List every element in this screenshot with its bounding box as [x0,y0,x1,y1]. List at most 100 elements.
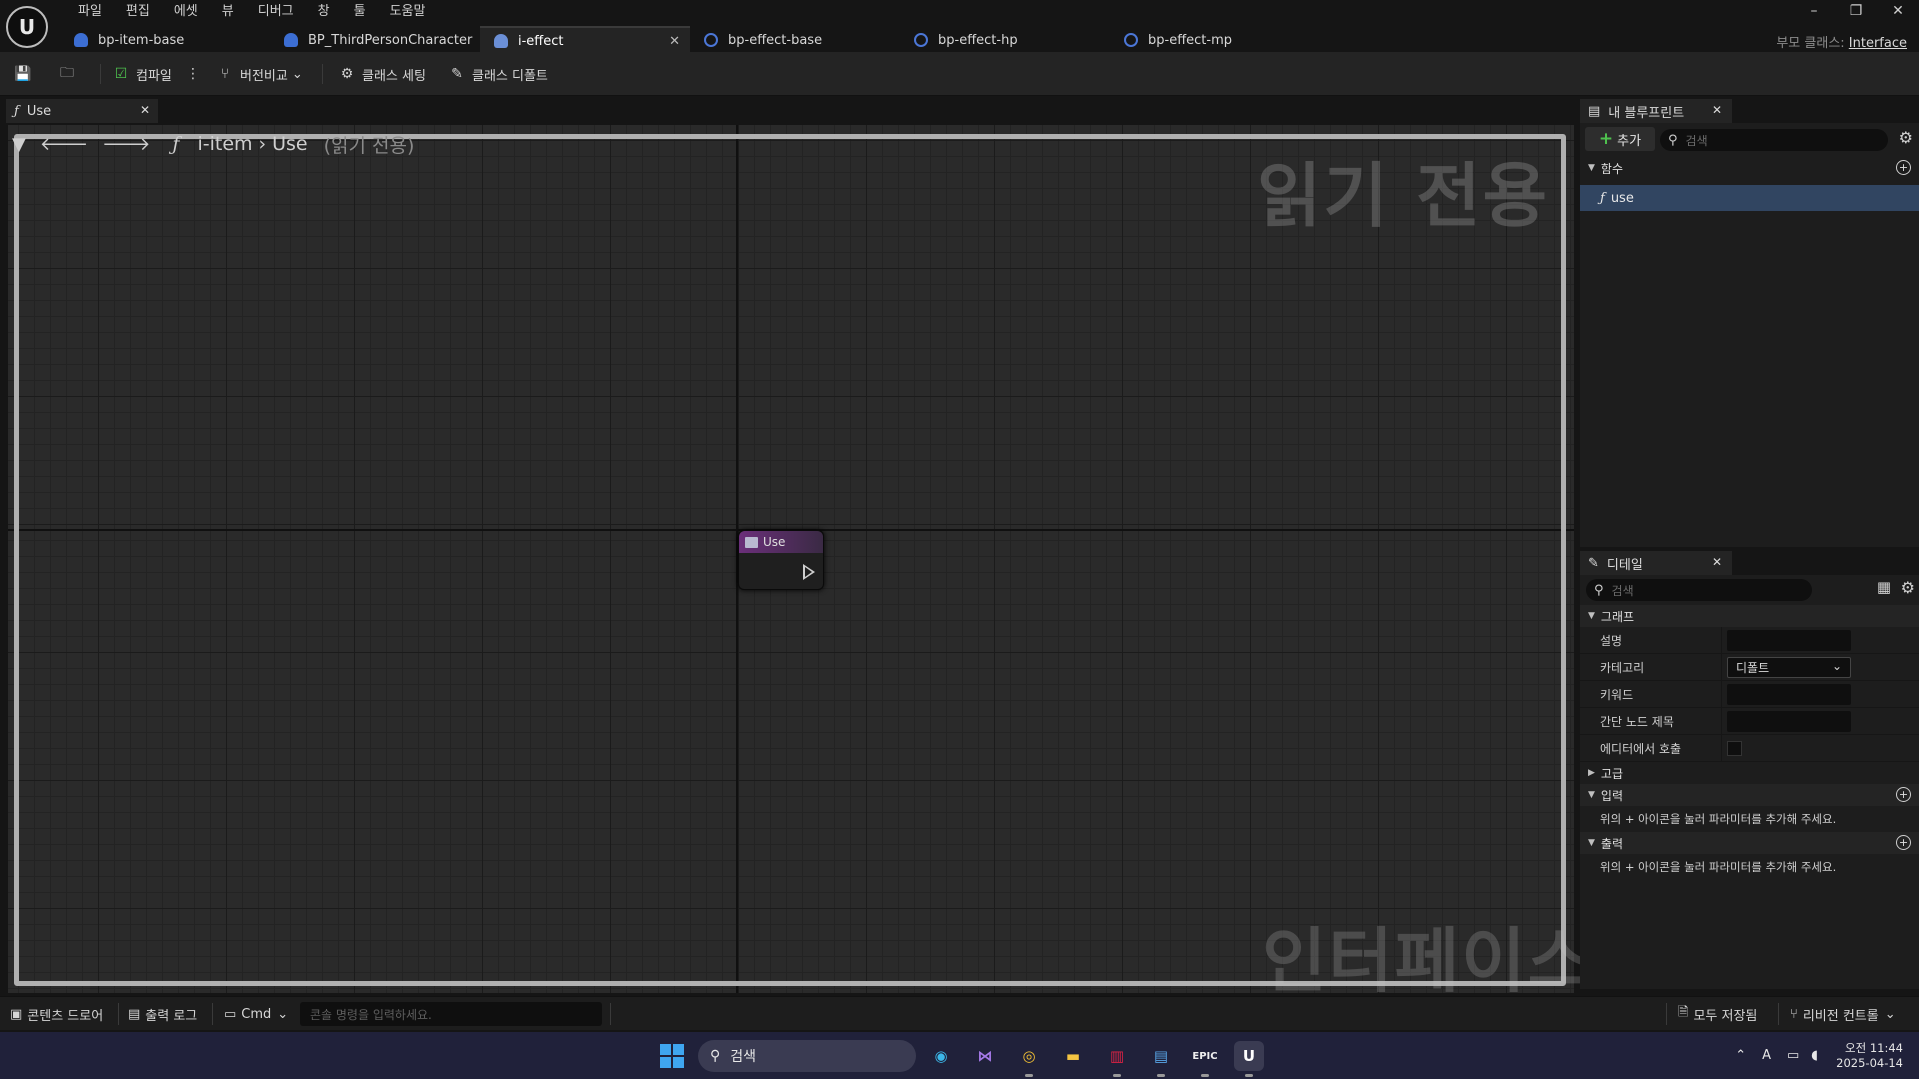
search-icon: ⚲ [1668,132,1678,148]
outputs-section[interactable]: ▼ 출력 + [1580,832,1919,854]
tab-bp-effect-hp[interactable]: bp-effect-hp [900,26,1110,54]
node-title: Use [763,535,786,549]
menu-view[interactable]: 뷰 [210,2,246,22]
clock[interactable]: 오전 11:44 2025-04-14 [1836,1041,1903,1071]
photo-app-icon[interactable]: ▥ [1102,1041,1132,1077]
graph-section[interactable]: ▼ 그래프 [1580,605,1919,627]
chevron-down-icon: ▼ [1588,163,1595,173]
diff-button[interactable]: ⑂ 버전비교 ⌄ [216,60,303,88]
description-input[interactable] [1727,630,1851,651]
add-function-icon[interactable]: + [1896,160,1911,175]
compile-button[interactable]: ☑ 컴파일 [112,60,172,88]
network-icon[interactable]: ▭ [1787,1048,1799,1063]
close-icon[interactable]: ✕ [1877,0,1919,22]
unreal-engine-icon[interactable]: U [1234,1041,1264,1077]
edge-icon[interactable]: ◉ [926,1041,956,1071]
search-icon: ⚲ [1594,582,1604,598]
console-input[interactable]: 콘솔 명령을 입력하세요. [300,1002,602,1026]
menu-debug[interactable]: 디버그 [246,2,306,22]
add-button[interactable]: + 추가 [1585,127,1655,151]
class-settings-button[interactable]: ⚙ 클래스 세팅 [338,60,426,88]
compile-check-icon: ☑ [114,66,128,82]
tab-details[interactable]: ✎ 디테일 ✕ [1580,551,1732,575]
revision-control-button[interactable]: ⑂ 리비전 컨트롤 ⌄ [1790,1003,1896,1025]
cmd-dropdown[interactable]: ▭ Cmd ⌄ [224,1003,288,1025]
menu-asset[interactable]: 에셋 [162,2,210,22]
close-icon[interactable]: ✕ [1712,103,1722,117]
close-icon[interactable]: ✕ [669,34,680,49]
close-icon[interactable]: ✕ [140,103,150,117]
table-view-icon[interactable]: ▦ [1877,578,1891,596]
graph-breadcrumb: ▼ 🡐 🡒 ƒ i-item › Use (읽기 전용) [12,128,414,160]
function-item-use[interactable]: ƒ use [1580,185,1919,211]
save-all-button[interactable]: 🗎 모두 저장됨 [1678,1003,1757,1025]
tab-my-blueprint[interactable]: ▤ 내 블루프린트 ✕ [1580,99,1732,123]
unreal-logo-icon[interactable]: U [6,6,48,48]
breadcrumb-separator-icon: › [258,133,267,155]
category-select[interactable]: 디폴트 ⌄ [1727,657,1851,678]
file-explorer-icon[interactable]: ▬ [1058,1041,1088,1071]
function-icon: ƒ [1600,190,1605,206]
function-entry-node[interactable]: Use [738,530,824,590]
volume-icon[interactable]: ◖ [1811,1048,1818,1063]
restore-icon[interactable]: ❐ [1835,0,1877,22]
log-icon: ▤ [128,1006,141,1022]
ime-indicator[interactable]: A [1762,1048,1771,1063]
browse-button[interactable]: 🗀 [58,60,82,88]
menu-file[interactable]: 파일 [66,2,114,22]
functions-section[interactable]: ▼ 함수 + [1580,157,1919,179]
forward-arrow-icon[interactable]: 🡒 [102,134,150,155]
windows-start-icon[interactable] [660,1044,684,1068]
tab-bp-item-base[interactable]: bp-item-base [60,26,270,54]
back-arrow-icon[interactable]: 🡐 [40,134,88,155]
function-icon: ƒ [14,103,19,119]
tab-bp-thirdpersoncharacter[interactable]: BP_ThirdPersonCharacter [270,26,480,54]
status-bar: ▣ 콘텐츠 드로어 ▤ 출력 로그 ▭ Cmd ⌄ 콘솔 명령을 입력하세요. 🗎 모두 … [0,996,1919,1030]
parent-class-link[interactable]: Interface [1849,36,1907,51]
parent-class: 부모 클래스: Interface [1776,36,1907,51]
menu-tools[interactable]: 툴 [342,2,378,22]
tab-bp-effect-base[interactable]: bp-effect-base [690,26,900,54]
notepad-icon[interactable]: ▤ [1146,1041,1176,1077]
outputs-hint: 위의 + 아이콘을 눌러 파라미터를 추가해 주세요. [1600,860,1837,874]
minimize-icon[interactable]: – [1793,0,1835,22]
tab-bp-effect-mp[interactable]: bp-effect-mp [1110,26,1320,54]
chrome-icon[interactable]: ◎ [1014,1041,1044,1077]
menu-help[interactable]: 도움말 [378,2,438,22]
breadcrumb-owner[interactable]: i-item [197,133,252,155]
taskbar-search[interactable]: ⚲ 검색 [698,1040,916,1072]
diff-icon: ⑂ [220,66,230,82]
gear-icon[interactable]: ⚙ [1901,578,1915,597]
description-row: 설명 [1580,627,1919,654]
compile-options-button[interactable]: ⋮ [184,60,208,88]
tab-i-effect[interactable]: i-effect ✕ [480,26,690,54]
class-defaults-button[interactable]: ✎ 클래스 디폴트 [448,60,548,88]
menu-edit[interactable]: 편집 [114,2,162,22]
interface-watermark: 인터페이스 [1262,920,1594,1002]
save-button[interactable]: 💾 [14,60,38,88]
call-in-editor-checkbox[interactable] [1727,741,1742,756]
add-input-icon[interactable]: + [1896,787,1911,802]
keywords-input[interactable] [1727,684,1851,705]
gear-icon[interactable]: ⚙ [1899,128,1913,147]
inputs-section[interactable]: ▼ 입력 + [1580,784,1919,806]
chevron-down-icon: ⌄ [1831,659,1842,673]
pencil-icon: ✎ [451,66,463,82]
epic-games-icon[interactable]: EPIC [1190,1041,1220,1077]
close-icon[interactable]: ✕ [1712,555,1722,569]
exec-pin-icon[interactable] [803,564,815,580]
content-drawer-button[interactable]: ▣ 콘텐츠 드로어 [10,1003,103,1025]
search-input[interactable]: ⚲ 검색 [1660,129,1888,151]
add-output-icon[interactable]: + [1896,835,1911,850]
chevron-down-icon: ⌄ [291,66,303,82]
chevron-up-icon[interactable]: ⌃ [1735,1048,1746,1063]
graph-tab-use[interactable]: ƒ Use ✕ [6,99,158,123]
bookmark-icon[interactable]: ▼ [12,134,26,155]
advanced-section[interactable]: ▶ 고급 [1580,762,1919,784]
compact-title-input[interactable] [1727,711,1851,732]
visual-studio-icon[interactable]: ⋈ [970,1041,1000,1071]
output-log-button[interactable]: ▤ 출력 로그 [128,1003,197,1025]
windows-taskbar: ⚲ 검색 ◉ ⋈ ◎ ▬ ▥ ▤ EPIC U ⌃ A ▭ ◖ 오전 11:44 2… [0,1032,1919,1079]
menu-window[interactable]: 창 [306,2,342,22]
details-search-input[interactable]: ⚲ 검색 [1586,579,1812,601]
